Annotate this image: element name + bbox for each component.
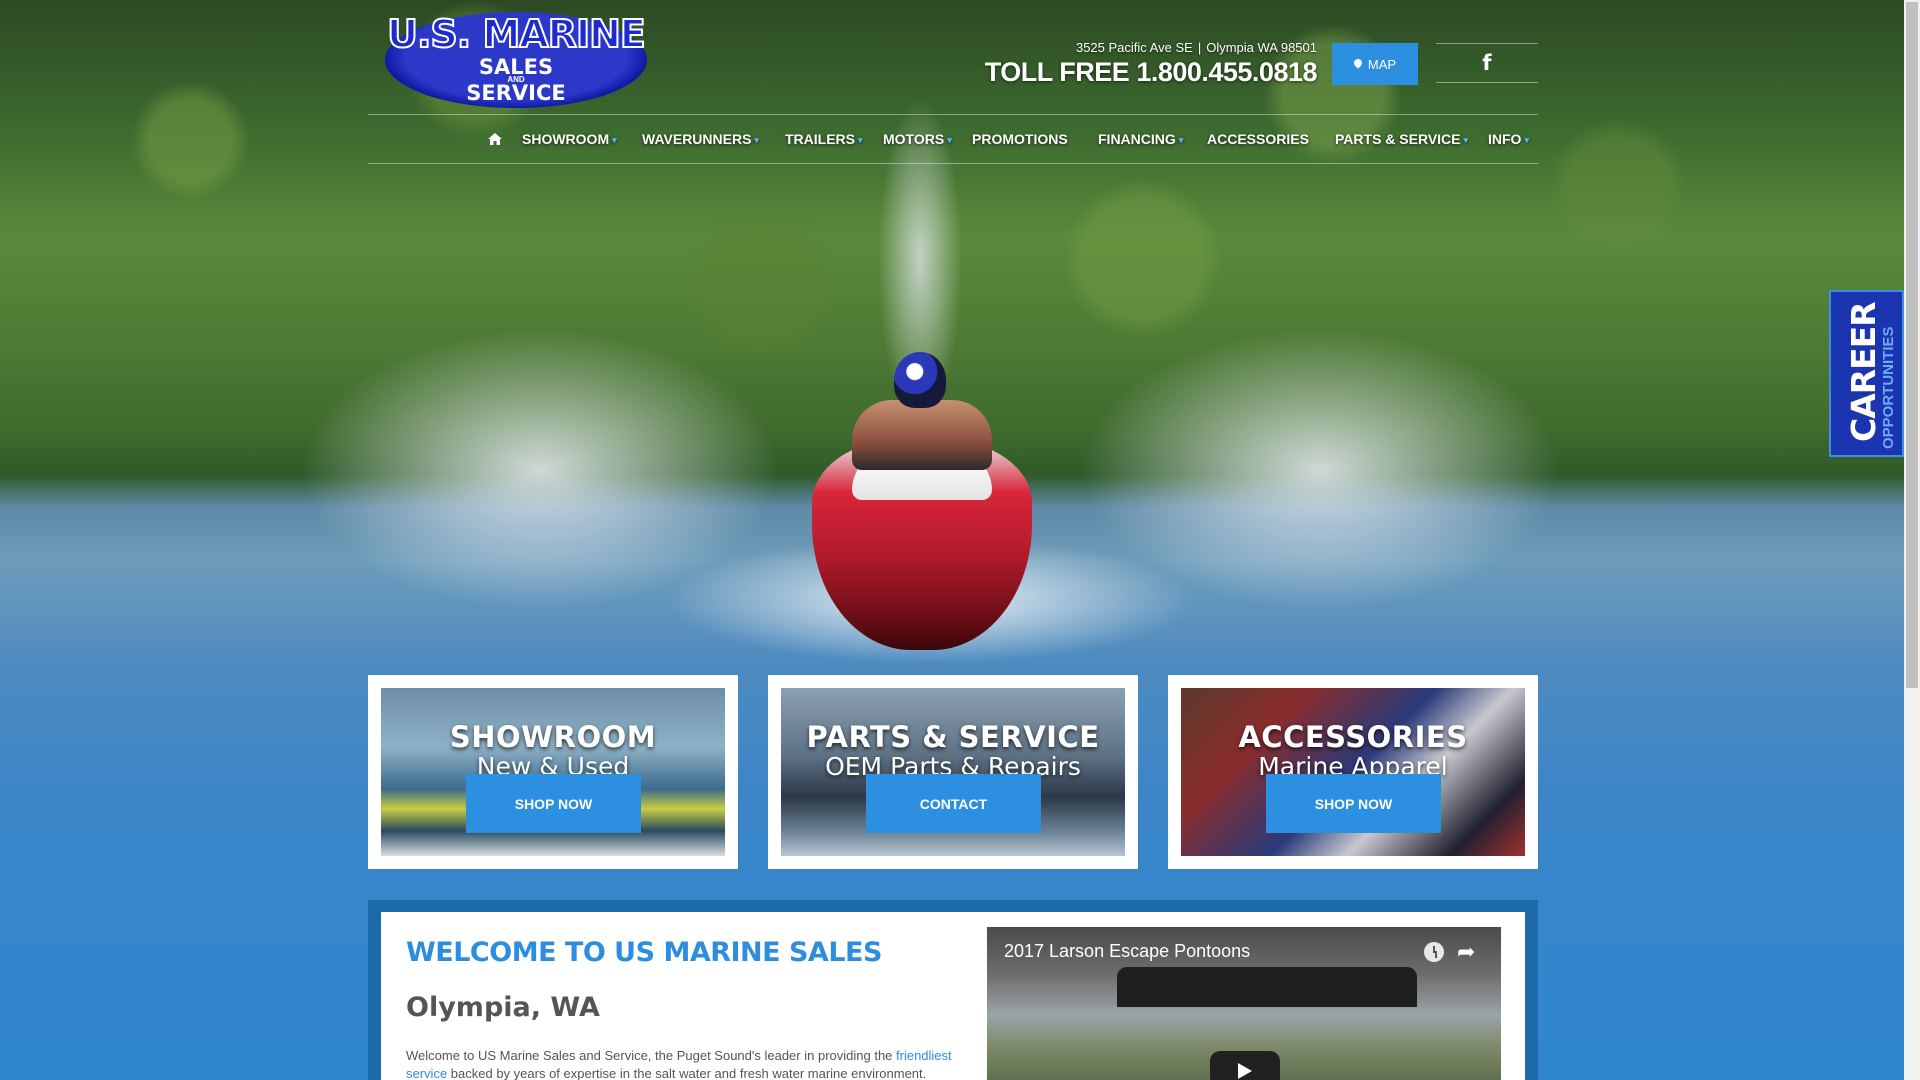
chevron-down-icon: ▾ xyxy=(1178,135,1184,145)
nav-label: PARTS & SERVICE xyxy=(1335,131,1461,147)
nav-label: SHOWROOM xyxy=(522,131,610,147)
map-button-label: MAP xyxy=(1367,56,1397,72)
chevron-down-icon: ▾ xyxy=(947,135,952,145)
card-title: SHOWROOM xyxy=(449,720,657,754)
nav-label: FINANCING xyxy=(1098,131,1176,147)
welcome-city: Olympia, WA xyxy=(406,992,600,1023)
nav-label: WAVERUNNERS xyxy=(642,131,752,147)
card-title: PARTS & SERVICE xyxy=(806,720,1100,754)
chevron-down-icon: ▾ xyxy=(858,135,863,145)
welcome-text-start: Welcome to US Marine Sales and Service, … xyxy=(406,1048,897,1063)
nav-item-motors[interactable]: MOTORS ▾ xyxy=(883,115,952,163)
parts-contact-button[interactable]: CONTACT xyxy=(866,774,1041,833)
nav-label: INFO xyxy=(1488,131,1522,147)
chevron-down-icon: ▾ xyxy=(1524,135,1529,145)
nav-item-accessories[interactable]: ACCESSORIES xyxy=(1207,115,1309,163)
address-city: Olympia WA 98501 xyxy=(1206,40,1317,55)
welcome-section: WELCOME TO US MARINE SALES Olympia, WA W… xyxy=(368,900,1538,1080)
chevron-down-icon: ▾ xyxy=(612,135,617,145)
chevron-down-icon: ▾ xyxy=(1463,135,1469,145)
chevron-down-icon: ▾ xyxy=(754,135,759,145)
rider-helmet-image xyxy=(894,352,946,408)
welcome-title: WELCOME TO US MARINE SALES xyxy=(406,937,882,968)
nav-item-showroom[interactable]: SHOWROOM ▾ xyxy=(522,115,617,163)
accessories-shop-now-button[interactable]: SHOP NOW xyxy=(1266,774,1441,833)
nav-item-trailers[interactable]: TRAILERS ▾ xyxy=(785,115,863,163)
nav-label: ACCESSORIES xyxy=(1207,131,1309,147)
accessories-card-image: ACCESSORIES Marine Apparel SHOP NOW xyxy=(1181,688,1525,856)
welcome-paragraph: Welcome to US Marine Sales and Service, … xyxy=(406,1047,966,1080)
video-thumbnail-boat xyxy=(1117,967,1417,1007)
nav-label: MOTORS xyxy=(883,131,945,147)
play-icon[interactable] xyxy=(1210,1051,1280,1080)
showroom-card-image: SHOWROOM New & Used SHOP NOW xyxy=(381,688,725,856)
page-scrollbar-thumb[interactable] xyxy=(1906,2,1918,688)
main-nav: SHOWROOM ▾ WAVERUNNERS ▾ TRAILERS ▾ MOTORS ▾… xyxy=(368,114,1538,164)
card-title: ACCESSORIES xyxy=(1238,720,1468,754)
nav-item-promotions[interactable]: PROMOTIONS xyxy=(972,115,1068,163)
nav-label: PROMOTIONS xyxy=(972,131,1068,147)
career-tab-label: CAREER xyxy=(1844,302,1883,442)
address-separator: | xyxy=(1197,40,1202,55)
home-icon[interactable] xyxy=(488,133,502,145)
video-title[interactable]: 2017 Larson Escape Pontoons xyxy=(1004,941,1250,962)
toll-free-phone[interactable]: TOLL FREE 1.800.455.0818 xyxy=(985,57,1318,88)
nav-item-financing[interactable]: FINANCING ▾ xyxy=(1098,115,1183,163)
facebook-icon[interactable]: f xyxy=(1482,51,1491,75)
address-street: 3525 Pacific Ave SE xyxy=(1075,40,1193,55)
career-tab-sublabel: OPPORTUNITIES xyxy=(1880,326,1897,449)
rider-image xyxy=(852,400,992,470)
share-icon[interactable]: ➦ xyxy=(1457,939,1475,965)
nav-item-waverunners[interactable]: WAVERUNNERS ▾ xyxy=(642,115,759,163)
site-logo[interactable]: U.S. MARINE SALES AND SERVICE xyxy=(385,11,647,108)
social-links: f xyxy=(1436,43,1538,83)
showroom-shop-now-button[interactable]: SHOP NOW xyxy=(466,774,641,833)
welcome-panel: WELCOME TO US MARINE SALES Olympia, WA W… xyxy=(381,912,1525,1080)
logo-text-us-marine: U.S. MARINE xyxy=(386,11,647,57)
parts-service-card: PARTS & SERVICE OEM Parts & Repairs CONT… xyxy=(768,675,1138,869)
address: 3525 Pacific Ave SE | Olympia WA 98501 xyxy=(1076,40,1317,55)
clock-icon[interactable] xyxy=(1424,942,1444,962)
accessories-card: ACCESSORIES Marine Apparel SHOP NOW xyxy=(1168,675,1538,869)
career-opportunities-tab[interactable]: CAREER OPPORTUNITIES xyxy=(1829,290,1904,457)
video-player[interactable]: 2017 Larson Escape Pontoons ➦ xyxy=(987,927,1501,1080)
map-pin-icon xyxy=(1352,56,1364,69)
nav-label: TRAILERS xyxy=(785,131,855,147)
nav-item-parts-service[interactable]: PARTS & SERVICE ▾ xyxy=(1335,115,1468,163)
showroom-card: SHOWROOM New & Used SHOP NOW xyxy=(368,675,738,869)
parts-service-card-image: PARTS & SERVICE OEM Parts & Repairs CONT… xyxy=(781,688,1125,856)
logo-text-service: SERVICE xyxy=(466,81,566,105)
nav-item-info[interactable]: INFO ▾ xyxy=(1488,115,1529,163)
welcome-text-end: backed by years of expertise in the salt… xyxy=(447,1066,927,1080)
map-button[interactable]: MAP xyxy=(1332,43,1418,85)
